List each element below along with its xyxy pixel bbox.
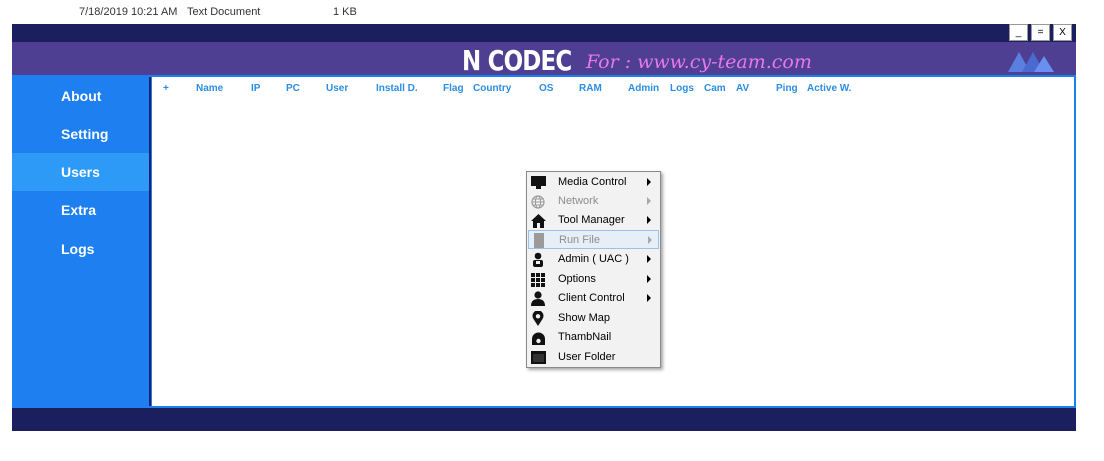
submenu-arrow-icon <box>647 275 651 283</box>
admin-icon <box>530 252 546 267</box>
window-titlebar: _ = X <box>12 24 1076 42</box>
menu-item-client-control[interactable]: Client Control <box>528 289 659 308</box>
column-header-add[interactable]: + <box>163 83 169 94</box>
column-header-cam[interactable]: Cam <box>704 83 726 94</box>
column-header-os[interactable]: OS <box>539 83 553 94</box>
close-button[interactable]: X <box>1053 24 1072 41</box>
grid-icon <box>530 272 546 287</box>
app-title: N CODEC <box>462 44 572 77</box>
home-icon <box>530 213 546 228</box>
user-icon <box>530 291 546 306</box>
menu-item-thumbnail[interactable]: ThambNail <box>528 328 659 347</box>
context-menu: Media Control Network Tool Manager Run F… <box>526 171 661 368</box>
submenu-arrow-icon <box>647 216 651 224</box>
column-header-ping[interactable]: Ping <box>776 83 798 94</box>
menu-item-label: Tool Manager <box>558 214 625 226</box>
menu-item-media-control[interactable]: Media Control <box>528 173 659 192</box>
status-bar <box>12 408 1076 431</box>
sidebar-item-setting[interactable]: Setting <box>12 115 149 153</box>
menu-item-label: ThambNail <box>558 331 612 343</box>
column-header-install-date[interactable]: Install D. <box>376 83 418 94</box>
globe-icon <box>530 194 546 209</box>
column-header-av[interactable]: AV <box>736 83 749 94</box>
menu-item-show-map[interactable]: Show Map <box>528 309 659 328</box>
folder-icon <box>530 350 546 365</box>
content-border-right <box>1074 75 1076 408</box>
file-date: 7/18/2019 10:21 AM <box>79 6 178 18</box>
file-icon <box>531 233 547 248</box>
column-header-ram[interactable]: RAM <box>579 83 602 94</box>
menu-item-label: Media Control <box>558 176 627 188</box>
app-header: N CODEC For : www.cy-team.com <box>12 42 1076 77</box>
menu-item-options[interactable]: Options <box>528 270 659 289</box>
maximize-button[interactable]: = <box>1031 24 1050 41</box>
sidebar-item-logs[interactable]: Logs <box>12 230 149 268</box>
sidebar-item-extra[interactable]: Extra <box>12 191 149 229</box>
menu-item-label: Run File <box>559 234 600 246</box>
menu-item-label: Network <box>558 195 599 207</box>
sidebar-item-users[interactable]: Users <box>12 153 149 191</box>
menu-item-label: Options <box>558 273 596 285</box>
monitor-icon <box>530 175 546 190</box>
file-size: 1 KB <box>333 6 357 18</box>
column-header-name[interactable]: Name <box>196 83 223 94</box>
sidebar: About Setting Users Extra Logs <box>12 75 149 408</box>
submenu-arrow-icon <box>647 294 651 302</box>
column-header-active-window[interactable]: Active W. <box>807 83 851 94</box>
menu-item-label: Show Map <box>558 312 610 324</box>
map-pin-icon <box>530 311 546 326</box>
submenu-arrow-icon <box>648 236 652 244</box>
submenu-arrow-icon <box>647 255 651 263</box>
background-file-row: 7/18/2019 10:21 AM Text Document 1 KB <box>0 0 1104 24</box>
menu-item-label: Admin ( UAC ) <box>558 253 629 265</box>
column-header-ip[interactable]: IP <box>251 83 260 94</box>
minimize-button[interactable]: _ <box>1009 24 1028 41</box>
menu-item-label: User Folder <box>558 351 616 363</box>
column-header-logs[interactable]: Logs <box>670 83 694 94</box>
menu-item-tool-manager[interactable]: Tool Manager <box>528 211 659 230</box>
app-subtitle: For : www.cy-team.com <box>586 51 812 73</box>
logo-icon <box>1008 52 1054 72</box>
thumbnail-icon <box>530 330 546 345</box>
file-type: Text Document <box>187 6 261 18</box>
column-header-admin[interactable]: Admin <box>628 83 659 94</box>
column-header-flag[interactable]: Flag <box>443 83 464 94</box>
menu-item-label: Client Control <box>558 292 625 304</box>
column-header-country[interactable]: Country <box>473 83 511 94</box>
sidebar-item-about[interactable]: About <box>12 77 149 115</box>
menu-item-admin-uac[interactable]: Admin ( UAC ) <box>528 250 659 269</box>
submenu-arrow-icon <box>647 178 651 186</box>
column-header-pc[interactable]: PC <box>286 83 300 94</box>
menu-item-network[interactable]: Network <box>528 192 659 211</box>
submenu-arrow-icon <box>647 197 651 205</box>
menu-item-run-file[interactable]: Run File <box>528 230 659 249</box>
menu-item-user-folder[interactable]: User Folder <box>528 348 659 367</box>
column-header-user[interactable]: User <box>326 83 348 94</box>
